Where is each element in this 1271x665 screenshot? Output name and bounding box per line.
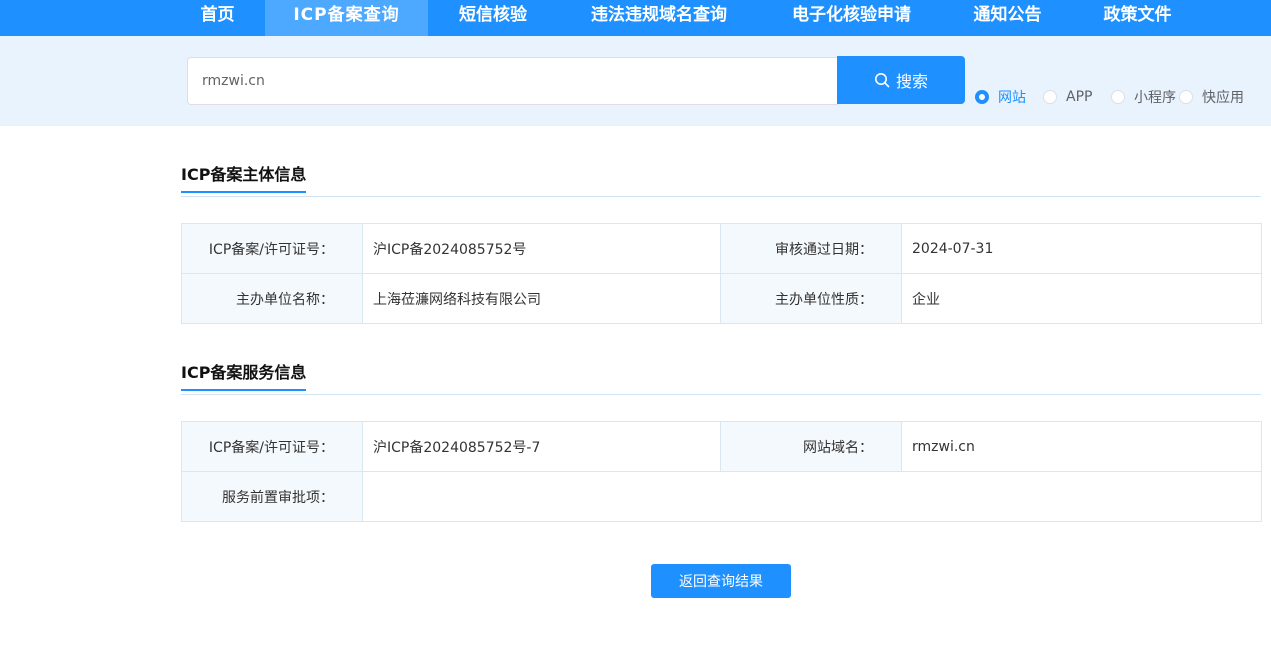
nav-item-illegal-domain-query[interactable]: 违法违规域名查询 [570,0,748,36]
nav-item-e-verify-apply[interactable]: 电子化核验申请 [770,0,933,36]
table-value-cell: 沪ICP备2024085752号 [362,223,721,274]
search-band: 搜索 网站 APP 小程序 快应用 [0,36,1271,126]
table-key-cell: ICP备案/许可证号： [181,223,363,274]
table-value-cell: 沪ICP备2024085752号-7 [362,421,721,472]
nav-item-notices[interactable]: 通知公告 [955,0,1060,36]
radio-quick-app[interactable]: 快应用 [1179,88,1244,106]
service-section-title: ICP备案服务信息 [181,359,307,391]
section-divider [181,394,1261,395]
table-value-cell [362,471,1262,522]
search-input[interactable] [187,57,838,105]
table-row: 主办单位名称： 上海莅濂网络科技有限公司 主办单位性质： 企业 [181,273,1262,324]
search-button-label: 搜索 [895,72,928,91]
radio-app[interactable]: APP [1043,88,1092,106]
table-value-cell: 上海莅濂网络科技有限公司 [362,273,721,324]
radio-label: 快应用 [1202,90,1244,106]
radio-label: 小程序 [1134,90,1176,106]
subject-info-table: ICP备案/许可证号： 沪ICP备2024085752号 审核通过日期： 202… [181,223,1262,324]
radio-dot [1043,90,1057,104]
radio-label: 网站 [998,90,1026,106]
table-key-cell: 服务前置审批项： [181,471,363,522]
nav-item-sms-verify[interactable]: 短信核验 [438,0,548,36]
radio-label: APP [1066,89,1093,105]
section-divider [181,196,1261,197]
back-to-results-button[interactable]: 返回查询结果 [651,564,791,598]
table-row: ICP备案/许可证号： 沪ICP备2024085752号-7 网站域名： rmz… [181,421,1262,472]
table-key-cell: ICP备案/许可证号： [181,421,363,472]
subject-section-title: ICP备案主体信息 [181,161,307,193]
table-key-cell: 网站域名： [720,421,902,472]
table-key-cell: 审核通过日期： [720,223,902,274]
search-button[interactable]: 搜索 [837,56,965,104]
table-row: ICP备案/许可证号： 沪ICP备2024085752号 审核通过日期： 202… [181,223,1262,274]
service-info-table: ICP备案/许可证号： 沪ICP备2024085752号-7 网站域名： rmz… [181,421,1262,522]
table-value-cell: 企业 [901,273,1262,324]
nav-item-home[interactable]: 首页 [180,0,255,36]
top-nav-bar: 首页 ICP备案查询 短信核验 违法违规域名查询 电子化核验申请 通知公告 政策… [0,0,1271,36]
table-value-cell: rmzwi.cn [901,421,1262,472]
search-icon [874,73,890,88]
radio-mini-program[interactable]: 小程序 [1111,88,1176,106]
nav-item-icp-query[interactable]: ICP备案查询 [265,0,428,36]
table-key-cell: 主办单位性质： [720,273,902,324]
table-key-cell: 主办单位名称： [181,273,363,324]
table-row: 服务前置审批项： [181,471,1262,522]
radio-website[interactable]: 网站 [975,88,1026,106]
table-value-cell: 2024-07-31 [901,223,1262,274]
radio-dot [975,90,989,104]
radio-dot [1111,90,1125,104]
radio-dot [1179,90,1193,104]
nav-item-policy-docs[interactable]: 政策文件 [1085,0,1190,36]
